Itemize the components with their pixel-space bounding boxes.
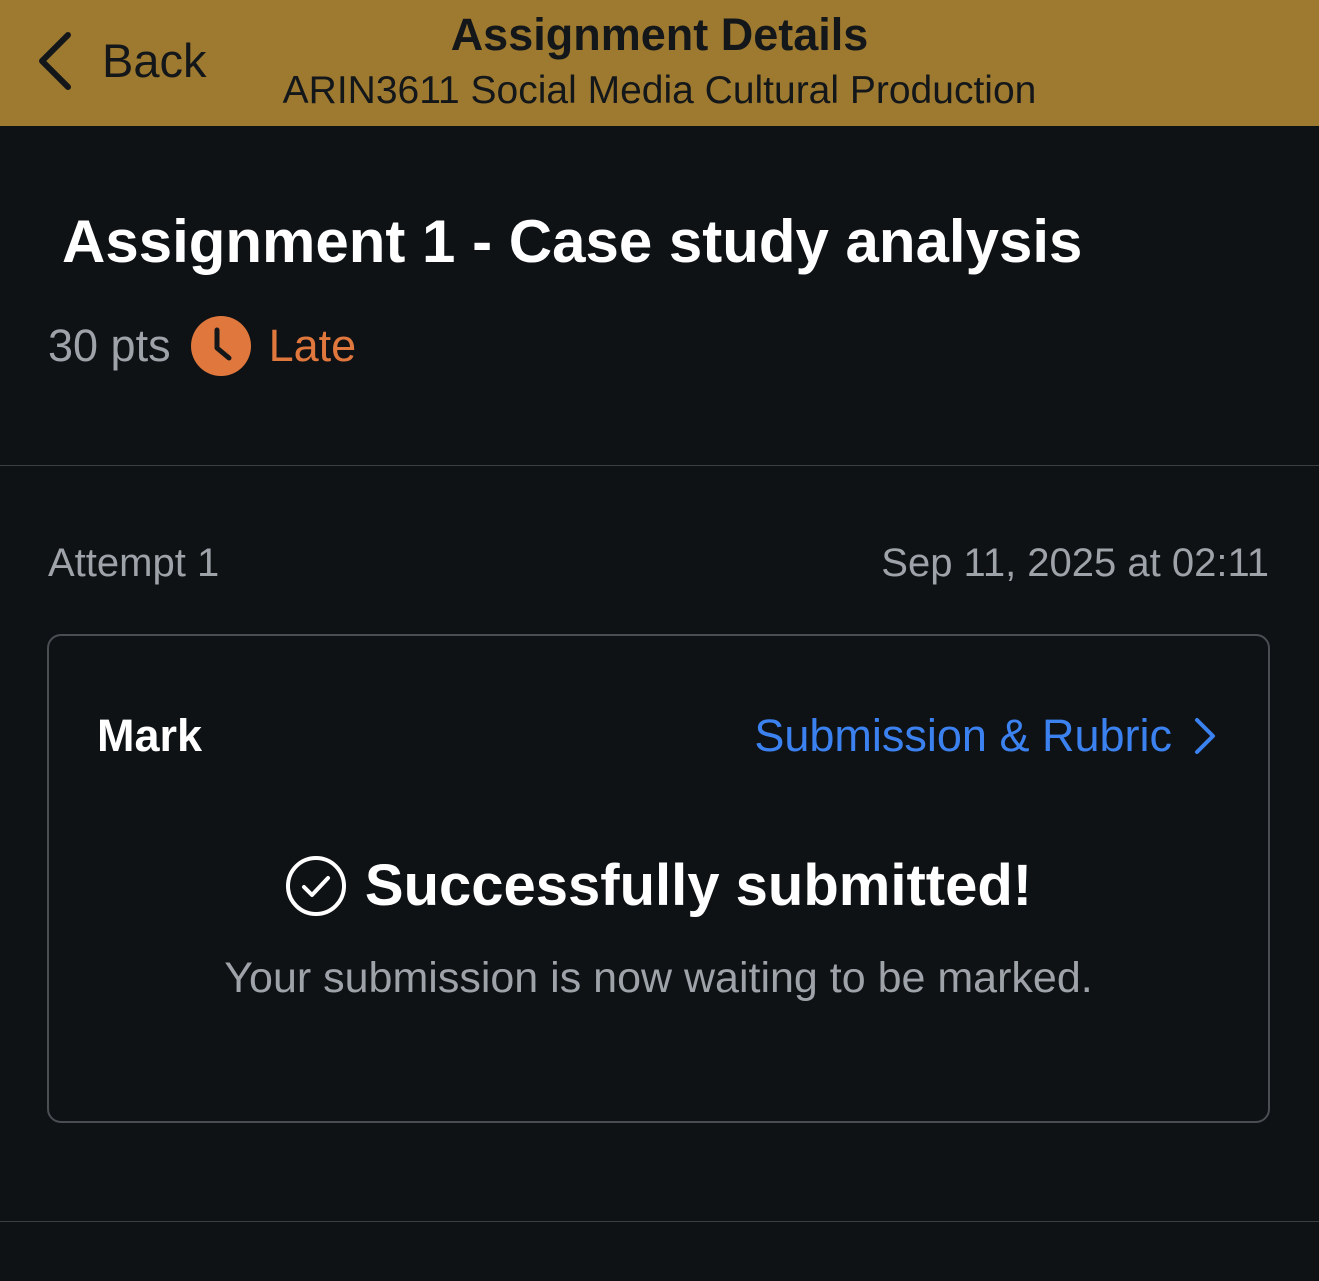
back-button[interactable]: Back — [36, 28, 207, 94]
success-message: Successfully submitted! — [49, 848, 1268, 924]
back-label: Back — [102, 34, 207, 87]
course-name: ARIN3611 Social Media Cultural Productio… — [282, 69, 1037, 112]
late-status: Late — [268, 320, 357, 371]
chevron-right-icon — [1195, 718, 1215, 754]
success-subtitle: Your submission is now waiting to be mar… — [224, 954, 1093, 1002]
submission-card: Mark Submission & Rubric Successfully su… — [47, 634, 1270, 1123]
mark-label: Mark — [97, 710, 203, 761]
attempt-date: Sep 11, 2025 at 02:11 — [881, 541, 1269, 585]
check-circle-icon — [285, 856, 346, 916]
clock-icon — [190, 316, 251, 376]
bottom-divider — [0, 1221, 1319, 1222]
attempt-label: Attempt 1 — [48, 541, 220, 585]
submission-rubric-link[interactable]: Submission & Rubric — [754, 708, 1218, 764]
points-label: 30 pts — [48, 320, 171, 371]
submission-rubric-label: Submission & Rubric — [754, 710, 1172, 761]
nav-title: Assignment Details — [450, 9, 869, 60]
chevron-left-icon — [39, 32, 71, 90]
section-divider — [0, 465, 1319, 466]
navigation-bar: Back Assignment Details ARIN3611 Social … — [0, 0, 1319, 126]
assignment-meta: 30 pts Late — [48, 316, 356, 376]
assignment-title: Assignment 1 - Case study analysis — [62, 208, 1083, 275]
success-title: Successfully submitted! — [364, 853, 1033, 918]
